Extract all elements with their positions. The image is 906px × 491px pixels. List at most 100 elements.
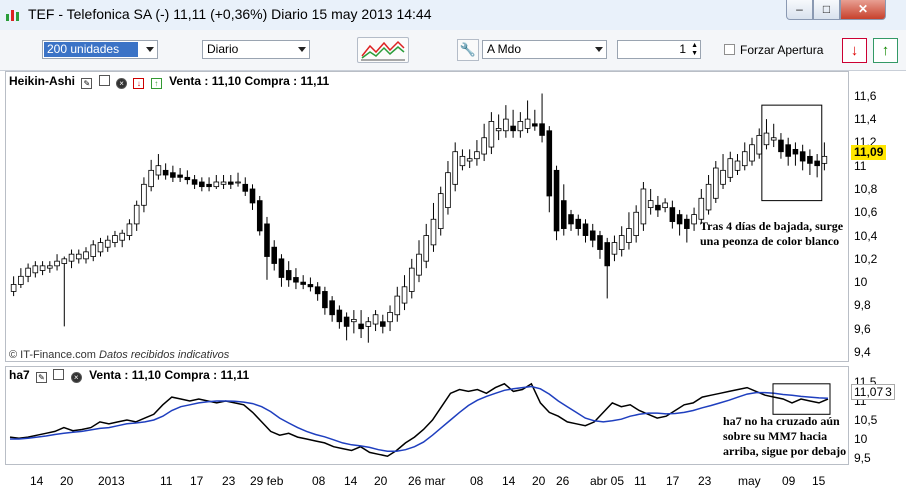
oscillator-value-tag: 11,07 3 — [851, 384, 895, 400]
buy-icon[interactable]: ↑ — [150, 78, 162, 89]
wrench-icon[interactable]: ✎ — [81, 78, 93, 89]
copyright-text: © IT-Finance.com — [9, 349, 96, 361]
spin-arrows-icon[interactable]: ▲ ▼ — [689, 42, 698, 58]
candle-body — [720, 169, 726, 185]
period-dropdown[interactable]: Diario — [202, 40, 310, 59]
candle-body — [756, 135, 763, 155]
candle-body — [242, 183, 249, 192]
candle-body — [416, 253, 422, 276]
candle-body — [256, 200, 263, 232]
candle-body — [488, 121, 495, 148]
close-icon[interactable]: × — [116, 78, 128, 89]
candle-body — [626, 228, 632, 243]
close-button[interactable]: ✕ — [840, 0, 886, 20]
candle-body — [249, 188, 256, 204]
price-tick-label: 9,8 — [854, 298, 871, 313]
date-tick-label: 2013 — [98, 474, 125, 488]
candle-body — [155, 165, 162, 176]
date-tick-label: 20 — [532, 474, 546, 488]
date-tick-label: 14 — [30, 474, 44, 488]
candle-body — [83, 251, 89, 260]
candle-body — [691, 214, 697, 225]
units-selected: 200 unidades — [44, 42, 138, 57]
candle-body — [285, 270, 292, 281]
candle-body — [792, 148, 799, 155]
candle-body — [32, 265, 39, 274]
highlight-box — [761, 104, 823, 202]
candle-body — [235, 181, 241, 184]
candle-body — [47, 265, 53, 269]
minimize-button[interactable]: – — [786, 0, 813, 20]
candle-body — [227, 181, 234, 185]
candle-body — [437, 193, 444, 229]
order-type-selected: A Mdo — [487, 42, 522, 56]
sell-icon[interactable]: ↓ — [133, 78, 145, 89]
price-tick-label: 11 — [854, 158, 867, 173]
window-icon[interactable] — [98, 75, 110, 86]
candle-body — [647, 200, 654, 209]
oscillator-value-suffix: 3 — [885, 385, 892, 399]
units-dropdown[interactable]: 200 unidades — [42, 40, 158, 59]
quantity-stepper[interactable]: 1 ▲ ▼ — [617, 40, 701, 59]
date-tick-label: 08 — [312, 474, 326, 488]
date-tick-label: 11 — [634, 474, 647, 488]
order-type-dropdown[interactable]: A Mdo — [482, 40, 607, 59]
wrench-icon: 🔧 — [459, 42, 477, 57]
candle-body — [539, 123, 545, 136]
candle-body — [380, 321, 386, 327]
candle-body — [662, 202, 668, 209]
annotation-oscillator: ha7 no ha cruzado aún sobre su MM7 hacia… — [723, 414, 846, 459]
price-tick-label: 9,4 — [854, 345, 871, 359]
candle-body — [597, 235, 603, 250]
candle-body — [495, 128, 502, 132]
window-title: TEF - Telefonica SA (-) 11,11 (+0,36%) D… — [28, 6, 432, 22]
candle-body — [618, 235, 625, 250]
buy-button[interactable]: ↑ — [873, 38, 898, 63]
candle-body — [365, 321, 372, 327]
date-tick-label: 09 — [782, 474, 796, 488]
candle-body — [582, 223, 589, 236]
candle-body — [220, 181, 227, 185]
sell-button[interactable]: ↓ — [842, 38, 867, 63]
annotation-line: Tras 4 días de bajada, surge — [700, 219, 844, 233]
candle-body — [97, 242, 104, 253]
wrench-button[interactable]: 🔧 — [457, 39, 479, 61]
date-tick-label: 20 — [60, 474, 74, 488]
annotation-line: arriba, sigue por debajo — [723, 444, 847, 458]
candle-body — [546, 130, 553, 197]
candle-body — [264, 223, 270, 257]
quote-text: Venta : 11,10 Compra : 11,11 — [169, 74, 330, 88]
indicators-button[interactable] — [357, 37, 409, 63]
candle-body — [655, 204, 661, 211]
candle-body — [466, 158, 473, 162]
date-tick-label: 14 — [344, 474, 358, 488]
candle-body — [589, 230, 596, 241]
candle-body — [727, 158, 734, 178]
price-tick-label: 9,6 — [854, 321, 871, 336]
candle-body — [749, 144, 755, 162]
candle-body — [524, 118, 531, 129]
price-tick-label: 10,8 — [854, 181, 878, 196]
disclaimer-text: Datos recibidos indicativos — [99, 349, 230, 361]
window-icon[interactable] — [53, 369, 65, 380]
oscillator-value: 11,07 — [854, 385, 884, 399]
candle-body — [126, 223, 133, 236]
candle-body — [119, 232, 125, 241]
candle-body — [278, 258, 285, 278]
date-tick-label: 17 — [190, 474, 204, 488]
maximize-button[interactable]: □ — [813, 0, 840, 20]
annotation-line: una peonza de color blanco — [700, 234, 840, 248]
candle-body — [336, 309, 343, 323]
candle-body — [293, 277, 299, 283]
price-tick-label: 11,4 — [854, 112, 877, 127]
ha7-line — [9, 382, 829, 457]
candle-body — [358, 323, 364, 330]
candle-body — [343, 316, 350, 327]
candle-body — [148, 169, 154, 188]
price-tick-label: 10,2 — [854, 251, 878, 266]
force-open-checkbox[interactable] — [724, 44, 735, 55]
candle-body — [633, 211, 639, 236]
force-open-label: Forzar Apertura — [740, 43, 824, 57]
candle-body — [532, 123, 538, 127]
date-tick-label: 26 — [556, 474, 570, 488]
